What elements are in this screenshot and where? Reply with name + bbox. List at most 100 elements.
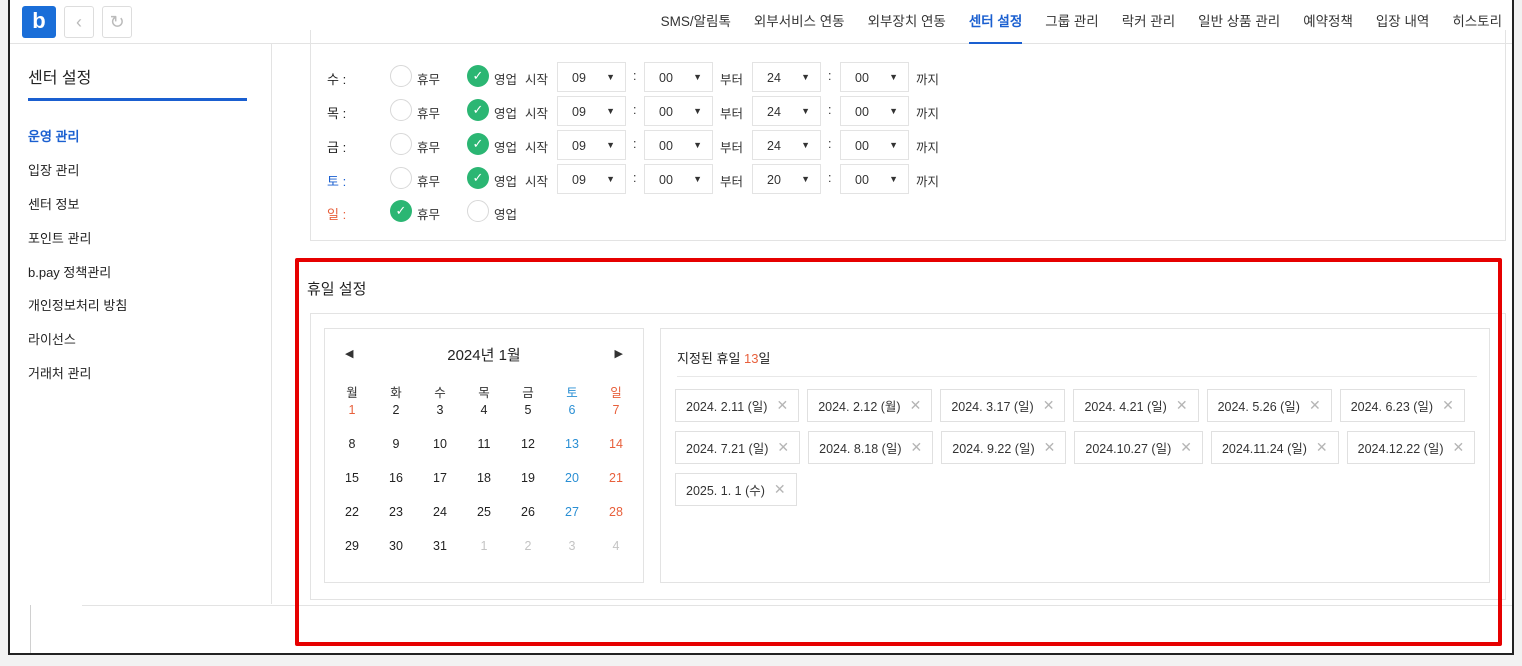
calendar-day[interactable]: 26 (506, 502, 550, 536)
calendar-day[interactable]: 10 (418, 434, 462, 468)
closed-radio[interactable] (390, 133, 412, 155)
calendar-day[interactable]: 29 (330, 536, 374, 570)
end-minute-select[interactable]: 00 ▼ (840, 130, 909, 160)
remove-icon[interactable]: ✕ (1043, 397, 1055, 414)
until-label: 까지 (916, 175, 940, 189)
closed-radio[interactable] (390, 167, 412, 189)
calendar-day[interactable]: 17 (418, 468, 462, 502)
next-month-icon[interactable]: ▶ (615, 347, 623, 360)
end-minute-select[interactable]: 00 ▼ (840, 62, 909, 92)
calendar-day[interactable]: 12 (506, 434, 550, 468)
remove-icon[interactable]: ✕ (776, 397, 788, 414)
time-colon: : (633, 103, 637, 117)
remove-icon[interactable]: ✕ (777, 439, 789, 456)
end-minute-select[interactable]: 00 ▼ (840, 96, 909, 126)
time-colon: : (828, 69, 832, 83)
end-hour-select[interactable]: 20 ▼ (752, 164, 821, 194)
calendar-day[interactable]: 4 (462, 400, 506, 434)
calendar-day[interactable]: 14 (594, 434, 638, 468)
refresh-icon[interactable]: ↻ (102, 6, 132, 38)
open-check-icon[interactable]: ✓ (467, 65, 489, 87)
sidebar-item[interactable]: b.pay 정책관리 (28, 262, 111, 281)
calendar-day[interactable]: 21 (594, 468, 638, 502)
start-hour-select[interactable]: 09 ▼ (557, 130, 626, 160)
calendar-day[interactable]: 5 (506, 400, 550, 434)
end-hour-select[interactable]: 24 ▼ (752, 130, 821, 160)
sidebar-item[interactable]: 라이선스 (28, 329, 76, 348)
holiday-chip: 2024. 4.21 (일) ✕ (1073, 389, 1199, 422)
calendar-day[interactable]: 2 (506, 536, 550, 570)
remove-icon[interactable]: ✕ (1176, 397, 1188, 414)
calendar-day[interactable]: 20 (550, 468, 594, 502)
start-hour-select[interactable]: 09 ▼ (557, 62, 626, 92)
sidebar-item[interactable]: 입장 관리 (28, 160, 79, 179)
calendar-day[interactable]: 30 (374, 536, 418, 570)
calendar-day[interactable]: 11 (462, 434, 506, 468)
remove-icon[interactable]: ✕ (911, 439, 923, 456)
remove-icon[interactable]: ✕ (1316, 439, 1328, 456)
remove-icon[interactable]: ✕ (1453, 439, 1465, 456)
remove-icon[interactable]: ✕ (910, 397, 922, 414)
dropdown-arrow-icon: ▼ (693, 72, 702, 82)
start-minute-select[interactable]: 00 ▼ (644, 62, 713, 92)
remove-icon[interactable]: ✕ (1180, 439, 1192, 456)
remove-icon[interactable]: ✕ (1309, 397, 1321, 414)
end-hour-select[interactable]: 24 ▼ (752, 62, 821, 92)
time-colon: : (828, 103, 832, 117)
weekday-label: 화 (390, 386, 402, 400)
calendar-day[interactable]: 3 (550, 536, 594, 570)
holiday-chip: 2024. 9.22 (일) ✕ (941, 431, 1067, 464)
calendar-day[interactable]: 18 (462, 468, 506, 502)
start-minute-select[interactable]: 00 ▼ (644, 164, 713, 194)
holiday-chip: 2024.10.27 (일) ✕ (1074, 431, 1203, 464)
calendar-day[interactable]: 4 (594, 536, 638, 570)
open-check-icon[interactable]: ✓ (467, 99, 489, 121)
closed-check-icon[interactable]: ✓ (390, 200, 412, 222)
calendar-day[interactable]: 1 (462, 536, 506, 570)
app-window: b ‹ ↻ SMS/알림톡 외부서비스 연동 외부장치 연동 센터 설정 그룹 관리 락커… (8, 0, 1514, 655)
holiday-chip: 2024.12.22 (일) ✕ (1346, 431, 1476, 464)
select-value: 24 (767, 71, 781, 85)
calendar-day[interactable]: 3 (418, 400, 462, 434)
divider (30, 605, 31, 653)
calendar-day[interactable]: 6 (550, 400, 594, 434)
app-logo[interactable]: b (22, 6, 56, 38)
calendar-day[interactable]: 2 (374, 400, 418, 434)
start-hour-select[interactable]: 09 ▼ (557, 164, 626, 194)
end-minute-select[interactable]: 00 ▼ (840, 164, 909, 194)
calendar-day[interactable]: 24 (418, 502, 462, 536)
remove-icon[interactable]: ✕ (1442, 397, 1454, 414)
open-check-icon[interactable]: ✓ (467, 167, 489, 189)
calendar-day[interactable]: 1 (330, 400, 374, 434)
calendar-day[interactable]: 22 (330, 502, 374, 536)
calendar-day[interactable]: 8 (330, 434, 374, 468)
back-icon[interactable]: ‹ (64, 6, 94, 38)
calendar-day[interactable]: 31 (418, 536, 462, 570)
calendar-day[interactable]: 13 (550, 434, 594, 468)
sidebar-item[interactable]: 개인정보처리 방침 (28, 295, 127, 314)
remove-icon[interactable]: ✕ (774, 481, 786, 498)
sidebar-item[interactable]: 센터 정보 (28, 194, 79, 213)
calendar-day[interactable]: 28 (594, 502, 638, 536)
sidebar-item[interactable]: 포인트 관리 (28, 228, 91, 247)
calendar-day[interactable]: 15 (330, 468, 374, 502)
sidebar-item[interactable]: 거래처 관리 (28, 363, 91, 382)
calendar-day[interactable]: 7 (594, 400, 638, 434)
closed-label: 휴무 (417, 141, 441, 155)
calendar-day[interactable]: 23 (374, 502, 418, 536)
start-minute-select[interactable]: 00 ▼ (644, 96, 713, 126)
open-radio[interactable] (467, 200, 489, 222)
start-minute-select[interactable]: 00 ▼ (644, 130, 713, 160)
end-hour-select[interactable]: 24 ▼ (752, 96, 821, 126)
calendar-day[interactable]: 9 (374, 434, 418, 468)
start-hour-select[interactable]: 09 ▼ (557, 96, 626, 126)
remove-icon[interactable]: ✕ (1044, 439, 1056, 456)
calendar-day[interactable]: 27 (550, 502, 594, 536)
calendar-day[interactable]: 19 (506, 468, 550, 502)
closed-radio[interactable] (390, 65, 412, 87)
sidebar-item[interactable]: 운영 관리 (28, 126, 79, 145)
calendar-day[interactable]: 25 (462, 502, 506, 536)
open-check-icon[interactable]: ✓ (467, 133, 489, 155)
closed-radio[interactable] (390, 99, 412, 121)
calendar-day[interactable]: 16 (374, 468, 418, 502)
